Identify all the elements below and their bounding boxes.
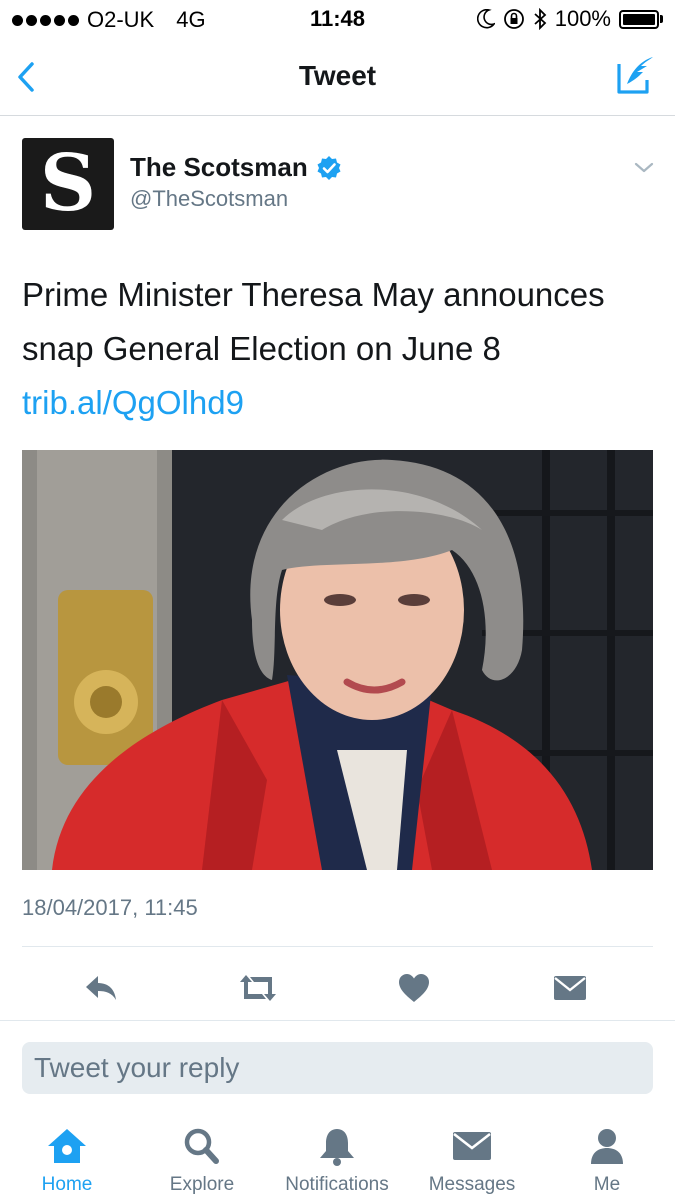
tweet-body: Prime Minister Theresa May announces sna… bbox=[22, 276, 605, 367]
verified-badge-icon bbox=[317, 155, 341, 180]
avatar[interactable]: S bbox=[22, 138, 114, 230]
home-icon bbox=[48, 1129, 86, 1163]
tab-bar: Home Explore Notifications Messages Me bbox=[0, 1116, 675, 1200]
retweet-button[interactable] bbox=[236, 968, 280, 1008]
search-icon bbox=[184, 1128, 219, 1164]
reply-icon bbox=[86, 976, 116, 1000]
display-name-text: The Scotsman bbox=[130, 152, 308, 182]
battery-percent: 100% bbox=[554, 6, 611, 31]
rotation-lock-icon bbox=[503, 9, 524, 29]
tab-label: Home bbox=[41, 1174, 93, 1195]
author-handle[interactable]: @TheScotsman bbox=[130, 186, 288, 212]
page-title: Tweet bbox=[298, 60, 377, 91]
tab-label: Me bbox=[593, 1174, 621, 1195]
reply-button[interactable] bbox=[80, 968, 124, 1008]
tab-label: Notifications bbox=[285, 1174, 389, 1195]
divider bbox=[22, 946, 653, 947]
tab-notifications[interactable]: Notifications bbox=[270, 1126, 404, 1196]
divider bbox=[0, 1020, 675, 1021]
avatar-letter: S bbox=[39, 138, 97, 229]
tab-messages[interactable]: Messages bbox=[405, 1126, 539, 1196]
nav-bar: Tweet bbox=[0, 38, 675, 116]
status-right: 100% bbox=[476, 6, 663, 32]
reply-input[interactable]: Tweet your reply bbox=[22, 1042, 653, 1094]
envelope-icon bbox=[554, 976, 586, 1000]
envelope-icon bbox=[453, 1132, 491, 1160]
tweet-text: Prime Minister Theresa May announces sna… bbox=[22, 268, 658, 430]
tweet-link[interactable]: trib.al/QgOlhd9 bbox=[22, 384, 244, 421]
tab-explore[interactable]: Explore bbox=[135, 1126, 269, 1196]
bluetooth-icon bbox=[534, 8, 547, 30]
photo-illustration bbox=[22, 450, 653, 870]
tab-label: Explore bbox=[169, 1174, 235, 1195]
direct-message-button[interactable] bbox=[548, 968, 592, 1008]
battery-icon bbox=[619, 9, 663, 29]
author-name[interactable]: The Scotsman bbox=[130, 152, 342, 183]
retweet-icon bbox=[240, 975, 276, 1001]
tweet-actions bbox=[0, 960, 675, 1016]
like-button[interactable] bbox=[392, 968, 436, 1008]
moon-icon bbox=[476, 9, 495, 29]
tweet-photo[interactable] bbox=[22, 450, 653, 870]
chevron-down-icon[interactable] bbox=[633, 160, 655, 176]
compose-tweet-icon[interactable] bbox=[615, 54, 657, 96]
person-icon bbox=[591, 1129, 623, 1164]
tab-me[interactable]: Me bbox=[540, 1126, 674, 1196]
bell-icon bbox=[320, 1129, 354, 1166]
status-bar: O2-UK 4G 11:48 100% bbox=[0, 0, 675, 38]
heart-icon bbox=[399, 974, 429, 1002]
tab-label: Messages bbox=[428, 1174, 516, 1195]
tab-home[interactable]: Home bbox=[0, 1126, 134, 1196]
tweet-timestamp: 18/04/2017, 11:45 bbox=[22, 895, 198, 920]
